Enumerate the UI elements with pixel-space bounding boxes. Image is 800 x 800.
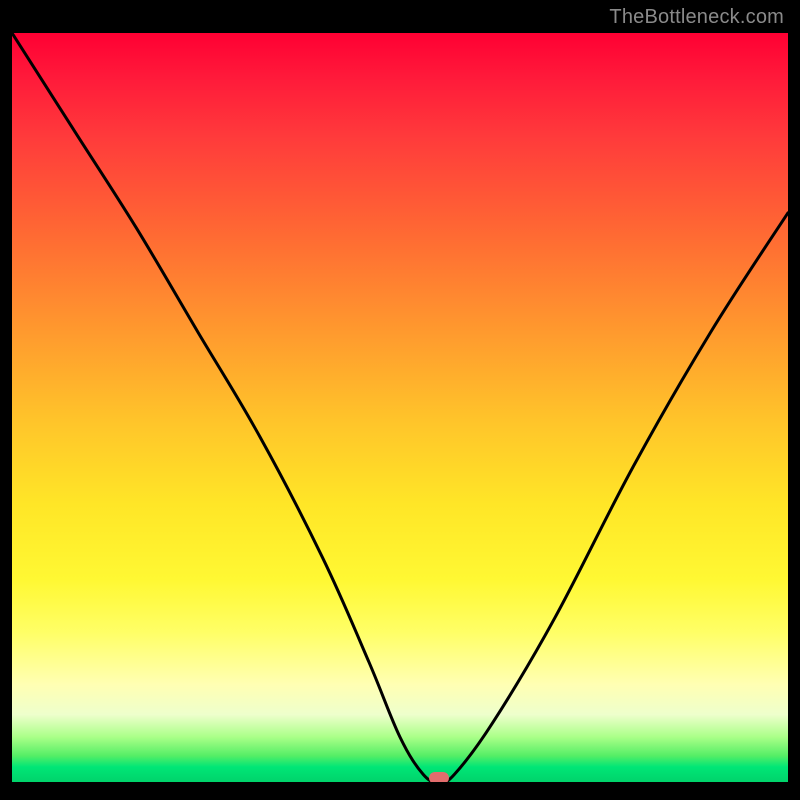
optimal-marker: [429, 772, 449, 782]
chart-stage: TheBottleneck.com: [0, 0, 800, 800]
watermark-text: TheBottleneck.com: [609, 6, 784, 29]
bottleneck-curve: [12, 33, 788, 782]
plot-area: [12, 33, 788, 782]
curve-svg: [12, 33, 788, 782]
